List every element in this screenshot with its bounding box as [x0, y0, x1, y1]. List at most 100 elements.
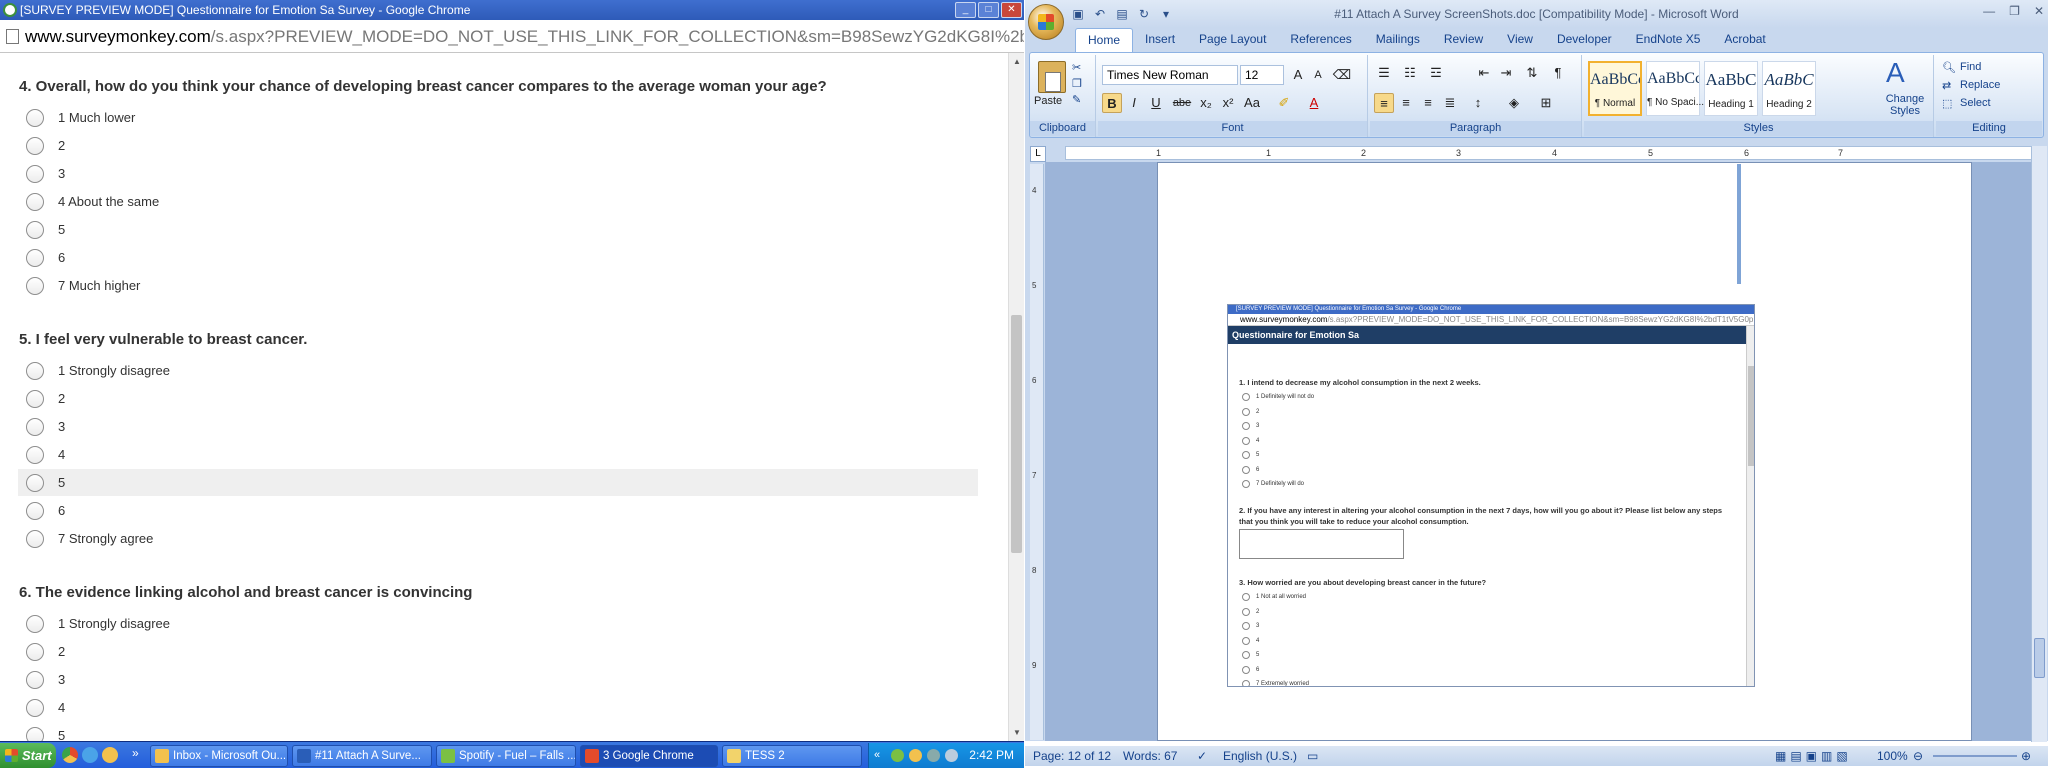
radio-button[interactable]	[26, 192, 44, 211]
strikethrough-button[interactable]: abe	[1172, 93, 1192, 113]
select-icon[interactable]: ⬚	[1942, 97, 1952, 110]
bullets-icon[interactable]: ☰	[1374, 63, 1394, 83]
scrollbar-thumb[interactable]	[1011, 315, 1022, 553]
volume-tray-icon[interactable]	[945, 749, 958, 762]
paste-button[interactable]: Paste	[1034, 95, 1062, 107]
radio-button[interactable]	[26, 726, 44, 741]
answer-option[interactable]: 4	[18, 694, 978, 721]
network-tray-icon[interactable]	[927, 749, 940, 762]
tab-references[interactable]: References	[1278, 28, 1363, 52]
align-center-icon[interactable]: ≡	[1396, 93, 1416, 113]
word-scrollbar-thumb[interactable]	[2034, 638, 2045, 678]
change-styles-icon[interactable]: A	[1886, 57, 1905, 89]
justify-icon[interactable]: ≣	[1440, 93, 1460, 113]
radio-button[interactable]	[26, 389, 44, 408]
radio-button[interactable]	[26, 248, 44, 267]
start-button[interactable]: Start	[0, 743, 56, 768]
clear-formatting-icon[interactable]: ⌫	[1332, 65, 1352, 85]
borders-icon[interactable]: ⊞	[1536, 93, 1556, 113]
replace-button[interactable]: Replace	[1960, 79, 2000, 91]
minimize-button[interactable]: _	[955, 2, 976, 18]
embedded-screenshot[interactable]: [SURVEY PREVIEW MODE] Questionnaire for …	[1227, 304, 1755, 687]
chrome-quicklaunch-icon[interactable]	[62, 747, 78, 763]
address-bar[interactable]: www.surveymonkey.com/s.aspx?PREVIEW_MODE…	[0, 20, 1024, 53]
answer-option[interactable]: 6	[18, 244, 978, 271]
taskbar-item[interactable]: #11 Attach A Surve...	[292, 745, 432, 767]
answer-option[interactable]: 2	[18, 385, 978, 412]
tab-mailings[interactable]: Mailings	[1364, 28, 1432, 52]
tab-selector[interactable]: L	[1030, 146, 1046, 162]
radio-button[interactable]	[26, 614, 44, 633]
answer-option[interactable]: 1 Strongly disagree	[18, 357, 978, 384]
sort-icon[interactable]: ⇅	[1522, 63, 1542, 83]
answer-option[interactable]: 1 Strongly disagree	[18, 610, 978, 637]
font-size-box[interactable]: 12	[1240, 65, 1284, 85]
open-icon[interactable]: ▤	[1113, 6, 1131, 22]
radio-button[interactable]	[26, 670, 44, 689]
close-icon[interactable]: ✕	[2034, 4, 2044, 18]
radio-button[interactable]	[26, 473, 44, 492]
style-item[interactable]: AaBbC Heading 2	[1762, 61, 1816, 116]
underline-button[interactable]: U	[1146, 93, 1166, 113]
select-button[interactable]: Select	[1960, 97, 1991, 109]
show-marks-icon[interactable]: ¶	[1548, 63, 1568, 83]
tab-home[interactable]: Home	[1075, 28, 1134, 52]
outlook-quicklaunch-icon[interactable]	[102, 747, 118, 763]
shrink-font-button[interactable]: A	[1308, 65, 1328, 85]
scroll-down-arrow-icon[interactable]: ▼	[1013, 728, 1021, 737]
language[interactable]: English (U.S.)	[1223, 746, 1297, 766]
answer-option[interactable]: 4	[18, 441, 978, 468]
answer-option[interactable]: 2	[18, 132, 978, 159]
radio-button[interactable]	[26, 276, 44, 295]
answer-option[interactable]: 2	[18, 638, 978, 665]
increase-indent-icon[interactable]: ⇥	[1496, 63, 1516, 83]
radio-button[interactable]	[26, 136, 44, 155]
taskbar-item[interactable]: 3 Google Chrome	[580, 745, 718, 767]
tray-expand-icon[interactable]: «	[874, 743, 880, 768]
more-icon[interactable]: »	[132, 746, 139, 760]
radio-button[interactable]	[26, 501, 44, 520]
answer-option[interactable]: 5	[18, 722, 978, 741]
answer-option[interactable]: 5	[18, 216, 978, 243]
outlook-tray-icon[interactable]	[909, 749, 922, 762]
radio-button[interactable]	[26, 698, 44, 717]
copy-icon[interactable]: ❐	[1072, 77, 1082, 90]
find-button[interactable]: Find	[1960, 61, 1981, 73]
answer-option[interactable]: 5	[18, 469, 978, 496]
tab-developer[interactable]: Developer	[1545, 28, 1624, 52]
radio-button[interactable]	[26, 164, 44, 183]
chrome-scrollbar[interactable]: ▲ ▼	[1008, 53, 1024, 741]
proofing-icon[interactable]: ✓	[1197, 746, 1207, 766]
format-painter-icon[interactable]: ✎	[1072, 93, 1081, 106]
ie-quicklaunch-icon[interactable]	[82, 747, 98, 763]
radio-button[interactable]	[26, 642, 44, 661]
align-left-icon[interactable]: ≡	[1374, 93, 1394, 113]
page-count[interactable]: Page: 12 of 12	[1033, 746, 1111, 766]
paste-icon[interactable]	[1038, 61, 1066, 93]
cut-icon[interactable]: ✂	[1072, 61, 1081, 74]
radio-button[interactable]	[26, 108, 44, 127]
tab-endnote-x5[interactable]: EndNote X5	[1624, 28, 1713, 52]
save-icon[interactable]: ▣	[1069, 6, 1087, 22]
office-button[interactable]	[1028, 4, 1064, 40]
radio-button[interactable]	[26, 445, 44, 464]
answer-option[interactable]: 3	[18, 413, 978, 440]
undo-icon[interactable]: ↶	[1091, 6, 1109, 22]
style-item[interactable]: AaBbCcI ¶ Normal	[1588, 61, 1642, 116]
numbering-icon[interactable]: ☷	[1400, 63, 1420, 83]
change-case-button[interactable]: Aa	[1242, 93, 1262, 113]
align-right-icon[interactable]: ≡	[1418, 93, 1438, 113]
grow-font-button[interactable]: A	[1288, 65, 1308, 85]
horizontal-ruler[interactable]: 1 1 2 3 4 5 6 7	[1065, 146, 2035, 160]
tab-acrobat[interactable]: Acrobat	[1712, 28, 1777, 52]
tab-review[interactable]: Review	[1432, 28, 1495, 52]
replace-icon[interactable]: ⇄	[1942, 79, 1951, 92]
answer-option[interactable]: 7 Strongly agree	[18, 525, 978, 552]
maximize-button[interactable]: □	[978, 2, 999, 18]
highlight-icon[interactable]: ✐	[1274, 93, 1294, 113]
tab-insert[interactable]: Insert	[1133, 28, 1187, 52]
bold-button[interactable]: B	[1102, 93, 1122, 113]
zoom-in-icon[interactable]: ⊕	[2021, 746, 2031, 766]
answer-option[interactable]: 1 Much lower	[18, 104, 978, 131]
shading-icon[interactable]: ◈	[1504, 93, 1524, 113]
